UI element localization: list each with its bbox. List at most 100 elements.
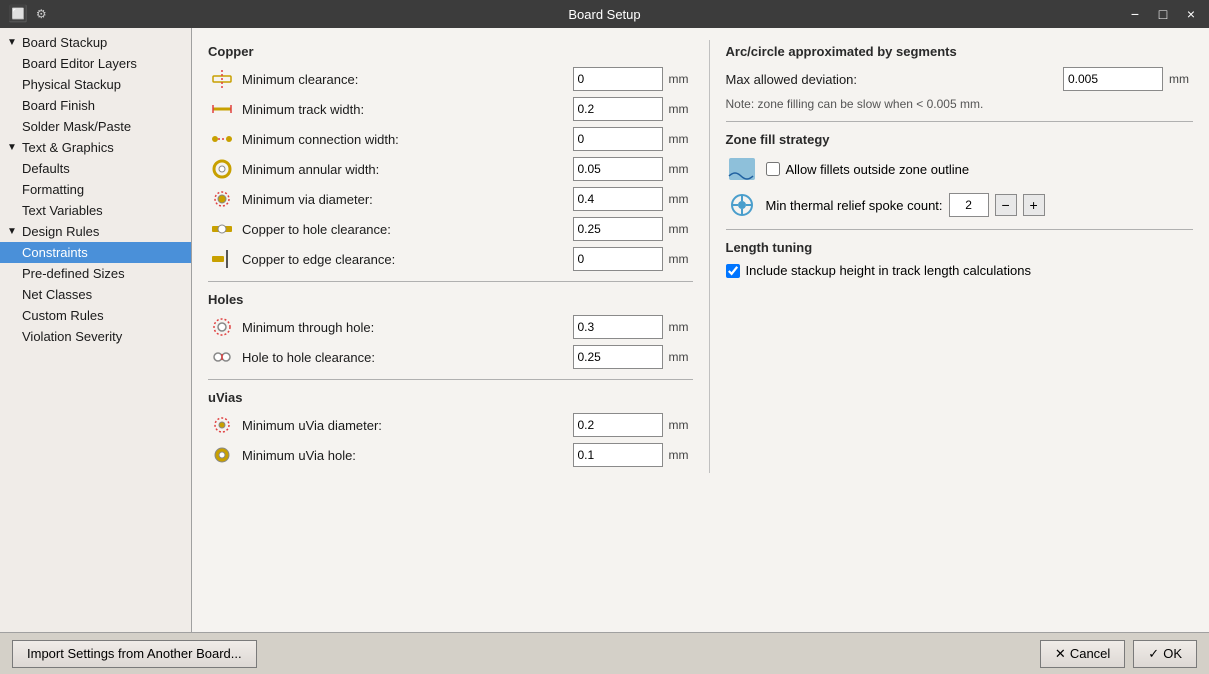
two-column-layout: Copper Minimum clearance: mm Minimum tra… <box>208 40 1193 473</box>
min-clearance-row: Minimum clearance: mm <box>208 67 693 91</box>
sidebar-item-board-editor-layers[interactable]: Board Editor Layers <box>0 53 191 74</box>
min-through-hole-unit: mm <box>669 320 693 334</box>
sidebar-item-board-finish[interactable]: Board Finish <box>0 95 191 116</box>
copper-to-edge-row: Copper to edge clearance: mm <box>208 247 693 271</box>
min-uvia-hole-input[interactable] <box>573 443 663 467</box>
expand-icon: ▼ <box>6 226 18 237</box>
length-tuning-title: Length tuning <box>726 240 1194 255</box>
close-button[interactable]: × <box>1181 7 1201 21</box>
copper-to-edge-input[interactable] <box>573 247 663 271</box>
allow-fillets-checkbox-row: Allow fillets outside zone outline <box>766 162 970 177</box>
min-clearance-input[interactable] <box>573 67 663 91</box>
import-settings-button[interactable]: Import Settings from Another Board... <box>12 640 257 668</box>
expand-icon: ▼ <box>6 142 18 153</box>
sidebar-item-design-rules[interactable]: ▼ Design Rules <box>0 221 191 242</box>
maximize-button[interactable]: □ <box>1153 7 1173 21</box>
min-through-hole-input[interactable] <box>573 315 663 339</box>
sidebar-item-custom-rules[interactable]: Custom Rules <box>0 305 191 326</box>
sidebar-label: Constraints <box>22 245 88 260</box>
divider-length <box>726 229 1194 230</box>
spoke-decrement-button[interactable]: − <box>995 194 1017 216</box>
sidebar-label: Formatting <box>22 182 84 197</box>
hole-to-hole-unit: mm <box>669 350 693 364</box>
annular-icon <box>208 157 236 181</box>
spoke-count-row: Min thermal relief spoke count: − + <box>766 193 1045 217</box>
sidebar-item-formatting[interactable]: Formatting <box>0 179 191 200</box>
spoke-count-input[interactable] <box>949 193 989 217</box>
min-uvia-diameter-input[interactable] <box>573 413 663 437</box>
sidebar-label: Pre-defined Sizes <box>22 266 125 281</box>
sidebar-item-physical-stackup[interactable]: Physical Stackup <box>0 74 191 95</box>
sidebar-label: Text & Graphics <box>22 140 114 155</box>
sidebar-label: Text Variables <box>22 203 103 218</box>
spoke-increment-button[interactable]: + <box>1023 194 1045 216</box>
sidebar-item-text-variables[interactable]: Text Variables <box>0 200 191 221</box>
copper-to-hole-input[interactable] <box>573 217 663 241</box>
sidebar-item-net-classes[interactable]: Net Classes <box>0 284 191 305</box>
min-via-diameter-input[interactable] <box>573 187 663 211</box>
min-uvia-diameter-label: Minimum uVia diameter: <box>242 418 567 433</box>
min-connection-width-input[interactable] <box>573 127 663 151</box>
sidebar-label: Net Classes <box>22 287 92 302</box>
main-content: ▼ Board Stackup Board Editor Layers Phys… <box>0 28 1209 632</box>
sidebar-label: Board Editor Layers <box>22 56 137 71</box>
min-annular-width-row: Minimum annular width: mm <box>208 157 693 181</box>
sidebar-label: Defaults <box>22 161 70 176</box>
sidebar-label: Board Stackup <box>22 35 107 50</box>
sidebar-label: Physical Stackup <box>22 77 121 92</box>
titlebar: 🔲 ⚙ Board Setup − □ × <box>0 0 1209 28</box>
ok-label: OK <box>1163 646 1182 661</box>
bottom-left: Import Settings from Another Board... <box>12 640 257 668</box>
min-clearance-unit: mm <box>669 72 693 86</box>
copper-to-hole-unit: mm <box>669 222 693 236</box>
ok-button[interactable]: ✓ OK <box>1133 640 1197 668</box>
zone-fill-title: Zone fill strategy <box>726 132 1194 147</box>
sidebar-label: Board Finish <box>22 98 95 113</box>
min-track-width-input[interactable] <box>573 97 663 121</box>
sidebar-item-violation-severity[interactable]: Violation Severity <box>0 326 191 347</box>
min-connection-width-row: Minimum connection width: mm <box>208 127 693 151</box>
min-uvia-diameter-row: Minimum uVia diameter: mm <box>208 413 693 437</box>
sidebar-item-predefined-sizes[interactable]: Pre-defined Sizes <box>0 263 191 284</box>
hole-to-hole-input[interactable] <box>573 345 663 369</box>
spoke-icon <box>726 191 758 219</box>
copper-edge-icon <box>208 247 236 271</box>
connection-icon <box>208 127 236 151</box>
via-icon <box>208 187 236 211</box>
cancel-button[interactable]: ✕ Cancel <box>1040 640 1125 668</box>
ok-icon: ✓ <box>1148 646 1159 662</box>
min-track-width-label: Minimum track width: <box>242 102 567 117</box>
min-clearance-label: Minimum clearance: <box>242 72 567 87</box>
sidebar-label: Solder Mask/Paste <box>22 119 131 134</box>
copper-to-edge-label: Copper to edge clearance: <box>242 252 567 267</box>
sidebar-label: Design Rules <box>22 224 99 239</box>
min-annular-width-input[interactable] <box>573 157 663 181</box>
min-via-diameter-unit: mm <box>669 192 693 206</box>
max-deviation-input[interactable] <box>1063 67 1163 91</box>
min-uvia-hole-row: Minimum uVia hole: mm <box>208 443 693 467</box>
min-through-hole-label: Minimum through hole: <box>242 320 567 335</box>
allow-fillets-checkbox[interactable] <box>766 162 780 176</box>
copper-to-hole-row: Copper to hole clearance: mm <box>208 217 693 241</box>
uvias-section-title: uVias <box>208 390 693 405</box>
right-column: Arc/circle approximated by segments Max … <box>709 40 1194 473</box>
arc-section-title: Arc/circle approximated by segments <box>726 44 1194 59</box>
sidebar-item-text-graphics[interactable]: ▼ Text & Graphics <box>0 137 191 158</box>
include-stackup-checkbox[interactable] <box>726 264 740 278</box>
allow-fillets-row: Allow fillets outside zone outline <box>726 155 1194 183</box>
sidebar-item-constraints[interactable]: Constraints <box>0 242 191 263</box>
max-deviation-unit: mm <box>1169 72 1193 86</box>
minimize-button[interactable]: − <box>1125 7 1145 21</box>
max-deviation-row: Max allowed deviation: mm <box>726 67 1194 91</box>
bottom-right: ✕ Cancel ✓ OK <box>1040 640 1197 668</box>
min-via-diameter-label: Minimum via diameter: <box>242 192 567 207</box>
divider-holes <box>208 281 693 282</box>
sidebar-item-solder-mask[interactable]: Solder Mask/Paste <box>0 116 191 137</box>
sidebar: ▼ Board Stackup Board Editor Layers Phys… <box>0 28 192 632</box>
max-deviation-label: Max allowed deviation: <box>726 72 1058 87</box>
hole-to-hole-label: Hole to hole clearance: <box>242 350 567 365</box>
bottom-bar: Import Settings from Another Board... ✕ … <box>0 632 1209 674</box>
content-area: Copper Minimum clearance: mm Minimum tra… <box>192 28 1209 632</box>
sidebar-item-board-stackup[interactable]: ▼ Board Stackup <box>0 32 191 53</box>
sidebar-item-defaults[interactable]: Defaults <box>0 158 191 179</box>
